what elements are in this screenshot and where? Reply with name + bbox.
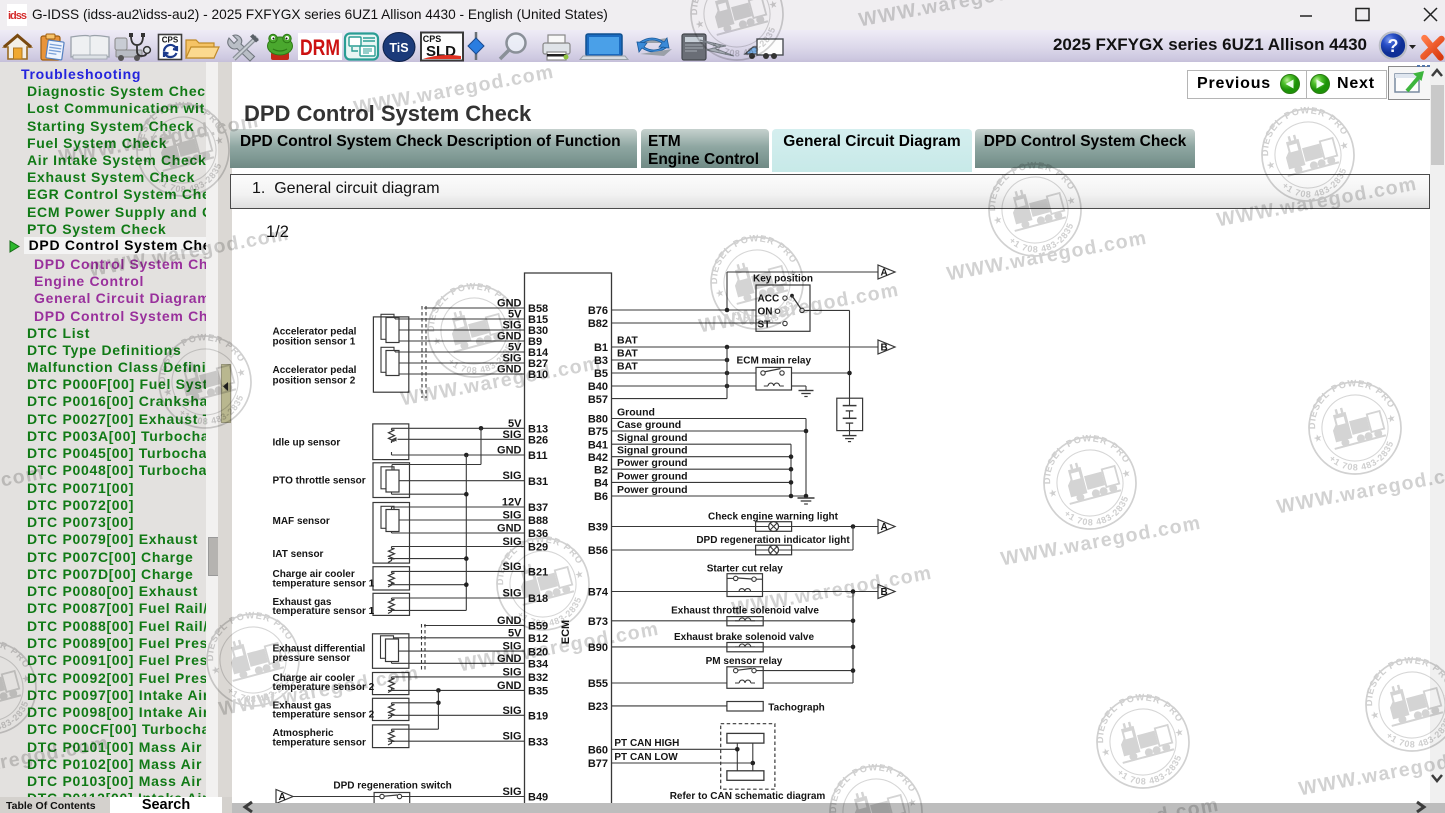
svg-text:WWW.waregod.com: WWW.waregod.com	[1215, 173, 1419, 232]
svg-text:WWW.waregod.com: WWW.waregod.com	[697, 279, 901, 338]
svg-text:WWW.waregod.com: WWW.waregod.com	[352, 61, 556, 120]
svg-text:WWW.waregod.com: WWW.waregod.com	[87, 223, 291, 282]
svg-text:WWW.waregod.com: WWW.waregod.com	[0, 732, 111, 791]
svg-text:WWW.waregod.com: WWW.waregod.com	[730, 562, 934, 621]
svg-text:WWW.waregod.com: WWW.waregod.com	[945, 227, 1149, 286]
svg-text:WWW.waregod.com: WWW.waregod.com	[857, 0, 1061, 31]
svg-text:WWW.waregod.com: WWW.waregod.com	[0, 462, 46, 521]
svg-text:WWW.waregod.com: WWW.waregod.com	[1017, 794, 1221, 813]
